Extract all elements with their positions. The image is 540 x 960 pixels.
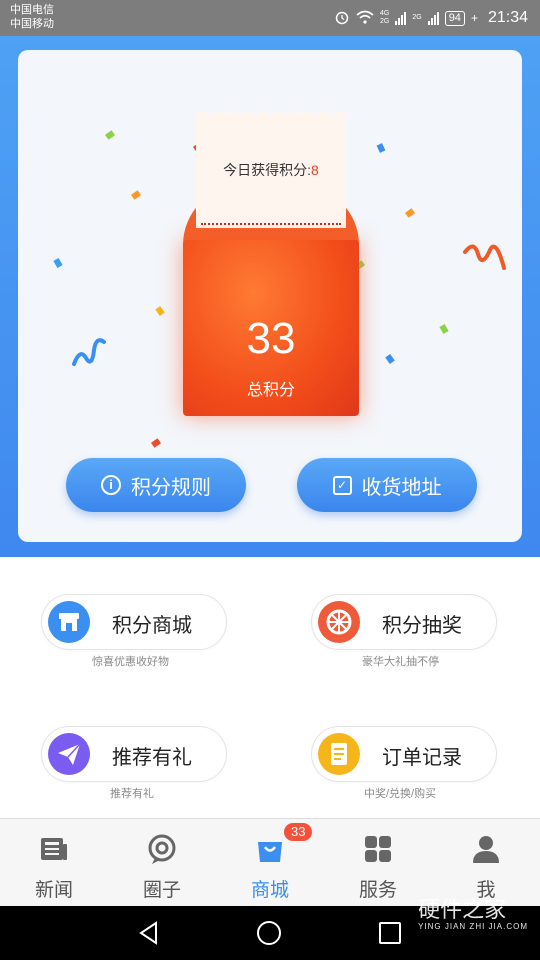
tab-services[interactable]: 服务: [324, 819, 432, 907]
referral-button[interactable]: 推荐有礼: [42, 727, 226, 781]
points-mall-button[interactable]: 积分商城: [42, 595, 226, 649]
watermark: 硬件之家 YING JIAN ZHI JIA.COM: [418, 892, 528, 931]
total-points-label: 总积分: [246, 382, 295, 399]
checkbox-icon: ✓: [332, 475, 352, 495]
shopping-bag-icon: [254, 833, 286, 865]
watermark-title: 硬件之家: [418, 897, 507, 922]
paper-plane-icon: [48, 733, 90, 775]
network-type-1: 4G 2G: [380, 10, 390, 25]
store-icon: [48, 601, 90, 643]
daily-points-text: 今日获得积分:8: [196, 160, 346, 180]
daily-points-ticket: 今日获得积分:8: [196, 110, 346, 228]
points-header: 今日获得积分:8 33 总积分 i 积分规则 ✓ 收货地址: [0, 36, 540, 557]
back-icon[interactable]: [136, 920, 162, 946]
wifi-icon: [356, 10, 374, 27]
shipping-address-label: 收货地址: [361, 476, 442, 499]
ticket-perforation: [201, 223, 341, 225]
tab-circle[interactable]: 圈子: [108, 819, 216, 907]
total-points-value: 33: [246, 314, 296, 363]
tab-services-label: 服务: [358, 880, 397, 901]
confetti: [151, 438, 161, 448]
confetti: [155, 306, 165, 316]
confetti: [439, 324, 449, 334]
lottery-wheel-icon: [318, 601, 360, 643]
info-icon: i: [101, 475, 121, 495]
carrier-info: 中国电信 中国移动: [10, 3, 54, 31]
order-records-label: 订单记录: [382, 747, 462, 769]
carrier-1: 中国电信: [10, 4, 54, 16]
confetti: [131, 190, 141, 200]
tab-news-label: 新闻: [34, 880, 73, 901]
cart-badge: 33: [284, 823, 313, 841]
points-lottery-button[interactable]: 积分抽奖: [312, 595, 496, 649]
order-records-button[interactable]: 订单记录: [312, 727, 496, 781]
tab-mall-label: 商城: [250, 880, 289, 901]
home-icon[interactable]: [256, 920, 282, 946]
order-records-subtitle: 中奖/兑换/购买: [364, 788, 437, 800]
circle-chat-icon: [146, 833, 178, 865]
referral-subtitle: 推荐有礼: [110, 788, 154, 800]
confetti: [376, 143, 386, 153]
network-type-2: 2G: [412, 14, 422, 21]
referral-label: 推荐有礼: [112, 747, 192, 769]
status-icons: 4G 2G 2G 94 + 21:34: [334, 6, 528, 30]
alarm-icon: [334, 9, 350, 28]
confetti: [53, 258, 63, 268]
tab-news[interactable]: 新闻: [0, 819, 108, 907]
battery-indicator: 94: [444, 10, 465, 26]
status-bar: 中国电信 中国移动 4G 2G 2G 94 + 21:34: [0, 0, 540, 36]
daily-points-label: 今日获得积分:: [223, 162, 312, 178]
shipping-address-button[interactable]: ✓ 收货地址: [297, 458, 477, 512]
confetti: [105, 130, 115, 140]
points-mall-subtitle: 惊喜优惠收好物: [92, 656, 169, 668]
signal-icon-2: [427, 11, 439, 25]
carrier-2: 中国移动: [10, 18, 54, 30]
signal-icon-1: [395, 11, 407, 25]
points-card: 今日获得积分:8 33 总积分 i 积分规则 ✓ 收货地址: [18, 50, 522, 542]
points-rules-button[interactable]: i 积分规则: [66, 458, 246, 512]
confetti-ribbon-blue: [72, 338, 106, 366]
profile-icon: [470, 833, 502, 865]
confetti: [385, 354, 395, 364]
clock: 21:34: [487, 9, 528, 26]
points-rules-label: 积分规则: [131, 476, 211, 499]
news-icon: [38, 833, 70, 865]
points-lottery-subtitle: 豪华大礼抽不停: [362, 656, 439, 668]
services-grid-icon: [362, 833, 394, 865]
points-lottery-label: 积分抽奖: [382, 615, 462, 637]
daily-points-value: 8: [311, 162, 319, 178]
points-mall-label: 积分商城: [112, 615, 192, 637]
total-points-envelope: 33 总积分: [183, 240, 359, 416]
recent-apps-icon[interactable]: [378, 921, 402, 945]
confetti: [405, 208, 415, 218]
order-record-icon: [318, 733, 360, 775]
tab-circle-label: 圈子: [142, 880, 181, 901]
charging-icon: +: [470, 11, 478, 25]
tab-mall[interactable]: 33 商城: [216, 819, 324, 907]
confetti-ribbon-orange: [463, 244, 506, 270]
watermark-subtitle: YING JIAN ZHI JIA.COM: [418, 922, 528, 931]
